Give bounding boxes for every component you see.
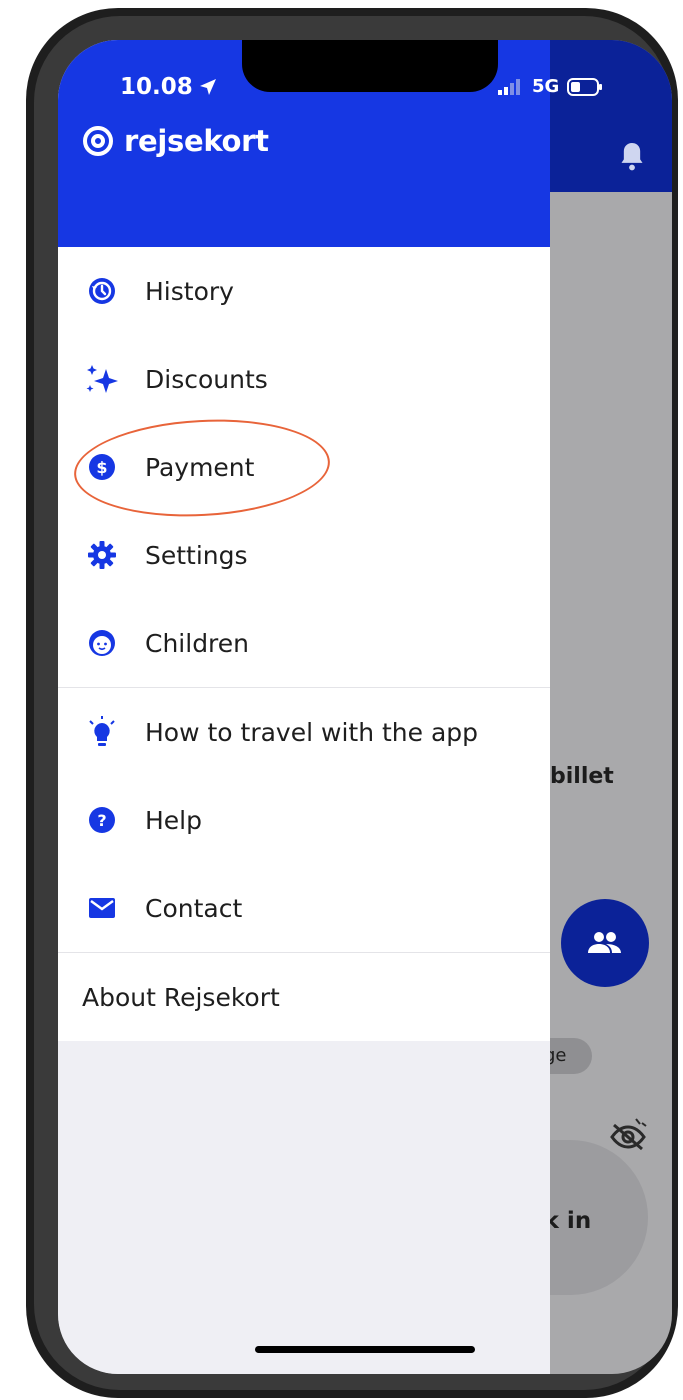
people-icon xyxy=(588,932,621,953)
menu-item-how-to-travel[interactable]: How to travel with the app xyxy=(58,688,550,776)
menu-item-settings[interactable]: Settings xyxy=(58,511,550,599)
navigation-drawer: 10.08 5G rejsekort History Discounts $ P… xyxy=(58,40,603,1374)
gear-icon xyxy=(82,535,122,575)
group-travel-button[interactable] xyxy=(561,899,649,987)
background-ticket-text: billet xyxy=(550,764,614,789)
brand-logo: rejsekort xyxy=(82,124,269,158)
status-bar-right: 5G xyxy=(498,76,603,97)
rejsekort-logo-icon xyxy=(83,126,113,156)
hidden-eye-icon[interactable] xyxy=(608,1115,648,1151)
bell-icon[interactable] xyxy=(618,140,646,174)
status-bar-time: 10.08 xyxy=(120,74,217,100)
signal-icon xyxy=(498,78,520,95)
svg-text:$: $ xyxy=(96,458,107,477)
dollar-icon: $ xyxy=(82,447,122,487)
menu-item-children[interactable]: Children xyxy=(58,599,550,687)
menu-item-label: History xyxy=(145,276,234,306)
phone-screen: billet ge ck in 10.08 5G rejsekort Histo… xyxy=(58,40,672,1374)
sparkles-icon xyxy=(82,359,122,399)
svg-text:?: ? xyxy=(97,811,106,830)
brand-name: rejsekort xyxy=(124,124,269,158)
menu-item-about[interactable]: About Rejsekort xyxy=(58,953,550,1041)
menu-item-history[interactable]: History xyxy=(58,247,550,335)
location-arrow-icon xyxy=(199,79,216,95)
menu-item-label: About Rejsekort xyxy=(82,982,280,1012)
menu-item-label: Settings xyxy=(145,540,248,570)
menu-item-help[interactable]: ? Help xyxy=(58,776,550,864)
menu-item-label: How to travel with the app xyxy=(145,717,479,747)
network-label: 5G xyxy=(532,76,560,97)
menu-item-label: Contact xyxy=(145,893,243,923)
phone-notch xyxy=(242,40,498,92)
lightbulb-icon xyxy=(82,712,122,752)
history-icon xyxy=(82,271,122,311)
menu-item-discounts[interactable]: Discounts xyxy=(58,335,550,423)
menu-item-label: Discounts xyxy=(145,364,268,394)
menu-item-contact[interactable]: Contact xyxy=(58,864,550,952)
home-indicator xyxy=(255,1346,475,1353)
menu-item-label: Children xyxy=(145,628,250,658)
menu-item-label: Payment xyxy=(145,452,255,482)
drawer-menu: History Discounts $ Payment Settings Chi… xyxy=(58,247,550,1041)
question-icon: ? xyxy=(82,800,122,840)
battery-icon xyxy=(567,77,603,96)
mail-icon xyxy=(82,888,122,928)
menu-item-label: Help xyxy=(145,805,202,835)
menu-item-payment[interactable]: $ Payment xyxy=(58,423,550,511)
child-face-icon xyxy=(82,623,122,663)
